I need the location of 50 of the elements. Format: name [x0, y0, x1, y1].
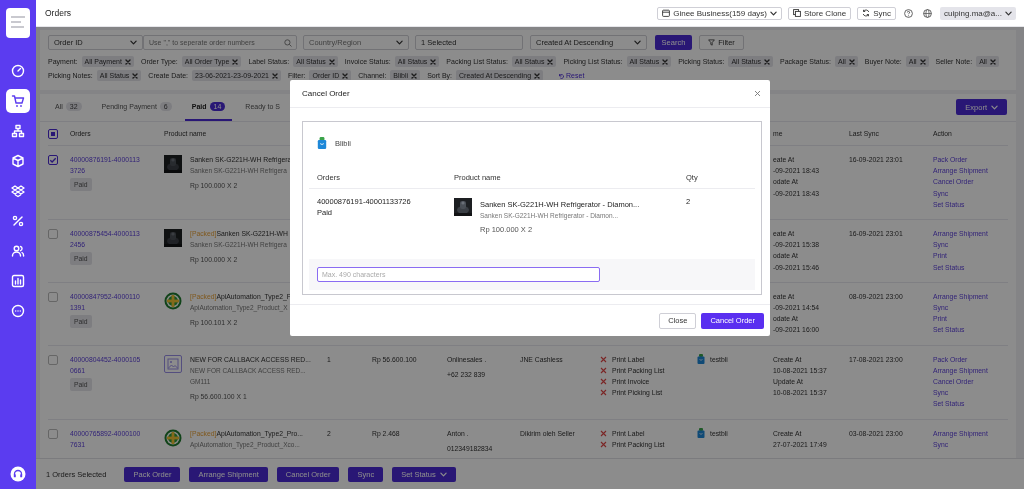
image-placeholder-icon	[164, 354, 182, 373]
caret-icon	[1005, 10, 1012, 16]
logo-icon	[6, 8, 30, 38]
close-icon	[271, 72, 278, 79]
bag-icon	[697, 428, 705, 439]
bag-icon	[697, 354, 705, 365]
close-icon	[919, 58, 926, 65]
checkbox[interactable]	[48, 129, 58, 139]
dialog-title: Cancel Order	[302, 89, 350, 98]
undo-icon	[558, 72, 565, 79]
sync-icon	[862, 9, 871, 17]
store-clone-button[interactable]: Store Clone	[788, 6, 852, 20]
headset-icon[interactable]	[10, 466, 26, 482]
funnel-icon	[708, 39, 716, 46]
close-icon[interactable]	[754, 90, 761, 97]
close-icon	[124, 58, 131, 65]
checkbox[interactable]	[48, 291, 58, 302]
close-icon	[232, 58, 239, 65]
bag-icon	[317, 137, 327, 149]
close-icon	[328, 58, 335, 65]
caret-icon	[634, 40, 641, 45]
globe-icon[interactable]	[923, 8, 933, 18]
close-icon	[342, 72, 349, 79]
business-select[interactable]: Ginee Business(159 days)	[657, 6, 782, 20]
search-icon	[284, 38, 292, 47]
close-icon	[662, 58, 669, 65]
caret-icon	[130, 40, 137, 45]
copy-icon	[793, 9, 801, 17]
close-icon	[848, 58, 855, 65]
page-title: Orders	[45, 8, 71, 18]
close-icon	[764, 58, 771, 65]
checkbox[interactable]	[48, 229, 58, 239]
checkbox[interactable]	[48, 354, 58, 365]
help-icon[interactable]	[904, 8, 914, 18]
close-icon	[132, 72, 139, 79]
user-menu[interactable]: cuiping.ma@a...	[940, 6, 1016, 20]
caret-icon	[439, 471, 447, 477]
caret-icon	[396, 40, 403, 45]
caret-icon	[770, 10, 777, 16]
caret-icon	[991, 104, 998, 110]
close-icon	[989, 58, 996, 65]
calendar-icon	[662, 9, 671, 17]
close-icon	[411, 72, 418, 79]
cart-icon[interactable]	[6, 89, 30, 113]
sync-button[interactable]: Sync	[857, 6, 897, 20]
checkbox[interactable]	[48, 428, 58, 439]
close-icon	[534, 72, 541, 79]
checkbox[interactable]	[48, 155, 58, 165]
close-icon	[430, 58, 437, 65]
close-icon	[547, 58, 554, 65]
